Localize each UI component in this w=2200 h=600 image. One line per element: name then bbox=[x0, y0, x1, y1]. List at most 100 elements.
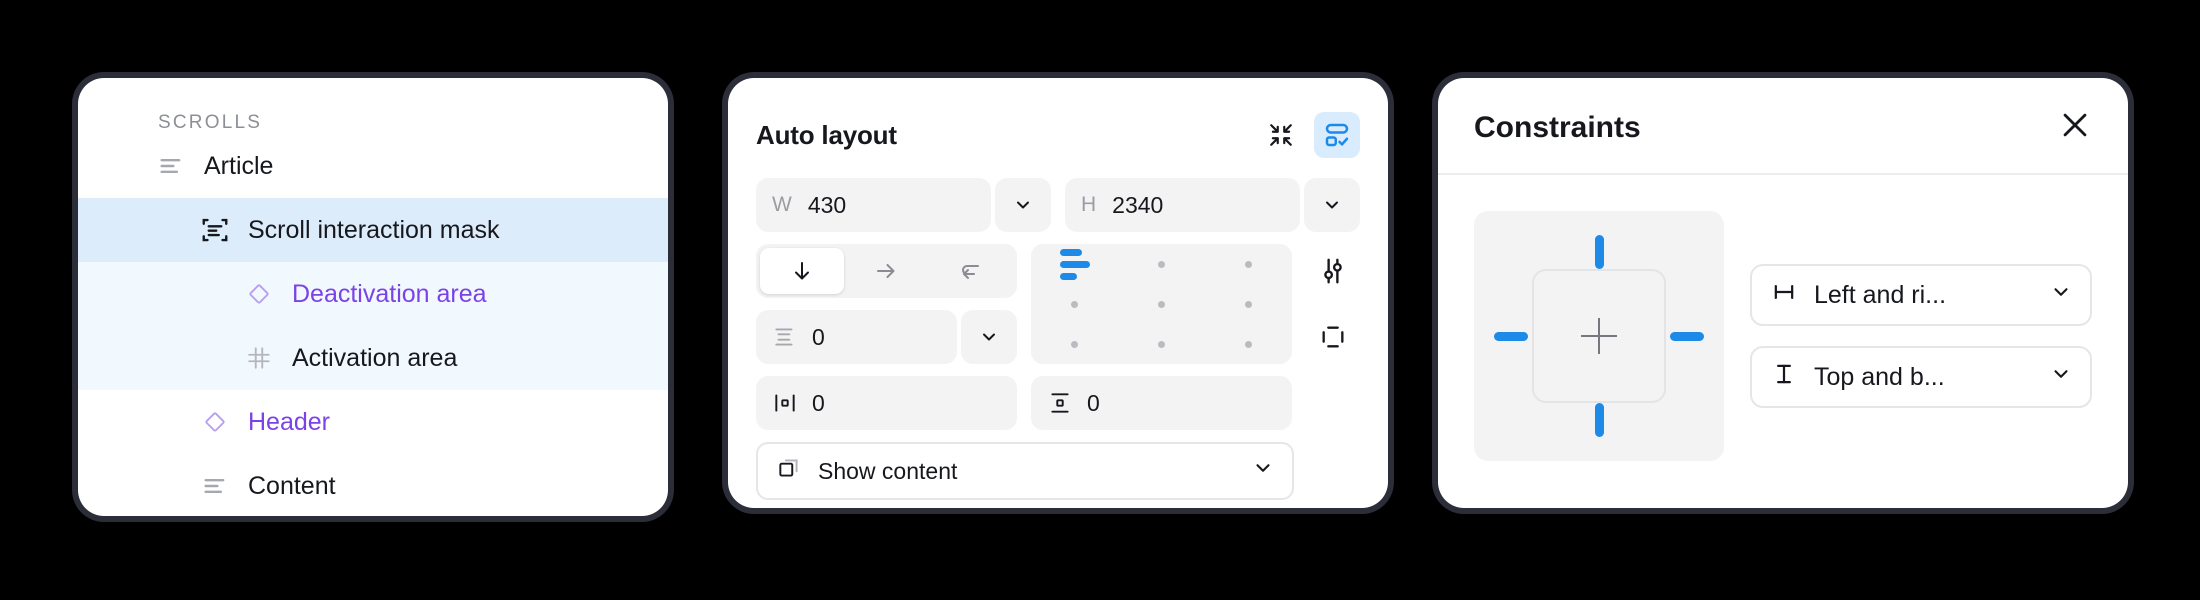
constraint-bar-left[interactable] bbox=[1494, 331, 1528, 341]
grid-hash-icon bbox=[244, 343, 274, 373]
alignment-cell-top-center[interactable] bbox=[1158, 260, 1165, 268]
layers-list: Article Scroll interaction mask Deactiva… bbox=[78, 134, 668, 516]
direction-alignment-row: 0 bbox=[756, 244, 1360, 364]
show-content-dropdown[interactable]: Show content bbox=[756, 442, 1294, 500]
direction-wrap-icon[interactable] bbox=[929, 248, 1013, 294]
layer-row-scroll-interaction-mask[interactable]: Scroll interaction mask bbox=[78, 198, 668, 262]
constraints-pad-inner-frame bbox=[1532, 269, 1666, 403]
layer-label: Header bbox=[248, 407, 330, 436]
gap-dropdown-button[interactable] bbox=[961, 310, 1017, 364]
constraint-bar-right[interactable] bbox=[1670, 331, 1704, 341]
component-diamond-icon bbox=[200, 407, 230, 437]
chevron-down-icon bbox=[1252, 457, 1274, 485]
chevron-down-icon bbox=[1017, 201, 1029, 209]
horizontal-constraint-icon bbox=[1770, 278, 1798, 313]
alignment-cell-middle-left[interactable] bbox=[1071, 300, 1078, 308]
chevron-down-icon bbox=[1326, 201, 1338, 209]
auto-layout-header-icons bbox=[1258, 112, 1360, 158]
show-content-label: Show content bbox=[818, 457, 958, 484]
padding-vertical-icon bbox=[1047, 390, 1073, 416]
gap-value: 0 bbox=[812, 323, 825, 350]
vertical-constraint-value: Top and b... bbox=[1814, 362, 1945, 391]
individual-padding-icon[interactable] bbox=[1306, 310, 1360, 364]
padding-horizontal-icon bbox=[772, 390, 798, 416]
height-dropdown-button[interactable] bbox=[1304, 178, 1360, 232]
layer-row-deactivation-area[interactable]: Deactivation area bbox=[78, 262, 668, 326]
layer-label: Article bbox=[204, 151, 274, 180]
alignment-cell-top-left-active[interactable] bbox=[1059, 248, 1090, 280]
padding-row: 0 0 bbox=[756, 376, 1360, 430]
auto-layout-panel: Auto layout W 430 H 2340 0 0 0 Show cont… bbox=[728, 78, 1388, 508]
vertical-constraint-icon bbox=[1770, 360, 1798, 395]
layer-label: Activation area bbox=[292, 343, 458, 372]
auto-layout-side-icons bbox=[1306, 244, 1360, 364]
chevron-down-icon bbox=[2050, 363, 2072, 392]
width-input[interactable]: W 430 bbox=[756, 178, 991, 232]
panel-title: Auto layout bbox=[756, 119, 897, 150]
gap-input[interactable]: 0 bbox=[756, 310, 957, 364]
constraint-bar-bottom[interactable] bbox=[1594, 403, 1604, 437]
text-align-left-icon bbox=[156, 151, 186, 181]
constraints-pad[interactable] bbox=[1474, 211, 1724, 461]
horizontal-constraint-value: Left and ri... bbox=[1814, 280, 1947, 309]
constraints-header: Constraints bbox=[1438, 78, 2128, 175]
padding-vertical-value: 0 bbox=[1087, 389, 1100, 416]
show-content-dropdown-left: Show content bbox=[776, 455, 957, 487]
resize-to-fit-icon[interactable] bbox=[1258, 112, 1304, 158]
advanced-layout-settings-icon[interactable] bbox=[1306, 244, 1360, 298]
padding-horizontal-value: 0 bbox=[812, 389, 825, 416]
alignment-cell-bottom-center[interactable] bbox=[1158, 340, 1165, 348]
width-dropdown-button[interactable] bbox=[995, 178, 1051, 232]
direction-horizontal-icon[interactable] bbox=[844, 248, 928, 294]
constraint-bar-top[interactable] bbox=[1594, 235, 1604, 269]
component-diamond-icon bbox=[244, 279, 274, 309]
alignment-pad[interactable] bbox=[1031, 244, 1292, 364]
layer-row-activation-area[interactable]: Activation area bbox=[78, 326, 668, 390]
height-input[interactable]: H 2340 bbox=[1065, 178, 1300, 232]
alignment-cell-top-right[interactable] bbox=[1245, 260, 1252, 268]
horizontal-constraint-select[interactable]: Left and ri... bbox=[1750, 264, 2092, 326]
panel-title: Constraints bbox=[1474, 110, 1641, 144]
constraints-panel: Constraints Left and ri... Top and b... bbox=[1438, 78, 2128, 508]
close-icon[interactable] bbox=[2058, 108, 2092, 147]
layers-section-title: SCROLLS bbox=[158, 112, 263, 133]
padding-vertical-input[interactable]: 0 bbox=[1031, 376, 1292, 430]
center-plus-icon bbox=[1581, 318, 1617, 354]
gap-control: 0 bbox=[756, 310, 1017, 364]
alignment-cell-middle-right[interactable] bbox=[1245, 300, 1252, 308]
clip-content-icon bbox=[776, 455, 802, 487]
layer-row-content[interactable]: Content bbox=[78, 454, 668, 516]
layer-group-children: Deactivation area Activation area bbox=[78, 262, 668, 390]
direction-and-gap-column: 0 bbox=[756, 244, 1017, 364]
chevron-down-icon bbox=[983, 333, 995, 341]
height-prefix-label: H bbox=[1081, 193, 1097, 216]
vertical-constraint-select[interactable]: Top and b... bbox=[1750, 346, 2092, 408]
layer-label: Deactivation area bbox=[292, 279, 487, 308]
alignment-cell-middle-center[interactable] bbox=[1158, 300, 1165, 308]
constraints-body: Left and ri... Top and b... bbox=[1438, 175, 2128, 497]
layers-panel: SCROLLS Article Scroll interaction mask … bbox=[78, 78, 668, 516]
height-value: 2340 bbox=[1112, 191, 1164, 218]
text-align-left-icon bbox=[200, 471, 230, 501]
auto-layout-header: Auto layout bbox=[756, 108, 1360, 162]
alignment-cell-bottom-right[interactable] bbox=[1245, 340, 1252, 348]
constraints-selects: Left and ri... Top and b... bbox=[1750, 264, 2092, 408]
width-prefix-label: W bbox=[772, 193, 792, 216]
alignment-cell-bottom-left[interactable] bbox=[1071, 340, 1078, 348]
screenshot-stage: SCROLLS Article Scroll interaction mask … bbox=[0, 0, 2200, 600]
padding-extra-icon-slot bbox=[1306, 376, 1360, 430]
layer-label: Content bbox=[248, 471, 336, 500]
mask-icon bbox=[200, 215, 230, 245]
size-row: W 430 H 2340 bbox=[756, 178, 1360, 232]
layer-row-header[interactable]: Header bbox=[78, 390, 668, 454]
auto-layout-preview-icon[interactable] bbox=[1314, 112, 1360, 158]
layer-label: Scroll interaction mask bbox=[248, 215, 500, 244]
width-control: W 430 bbox=[756, 178, 1051, 232]
gap-vertical-icon bbox=[772, 324, 798, 350]
padding-horizontal-input[interactable]: 0 bbox=[756, 376, 1017, 430]
layer-row-article[interactable]: Article bbox=[78, 134, 668, 198]
height-control: H 2340 bbox=[1065, 178, 1360, 232]
chevron-down-icon bbox=[2050, 281, 2072, 310]
width-value: 430 bbox=[807, 191, 847, 218]
direction-vertical-icon[interactable] bbox=[760, 248, 845, 294]
